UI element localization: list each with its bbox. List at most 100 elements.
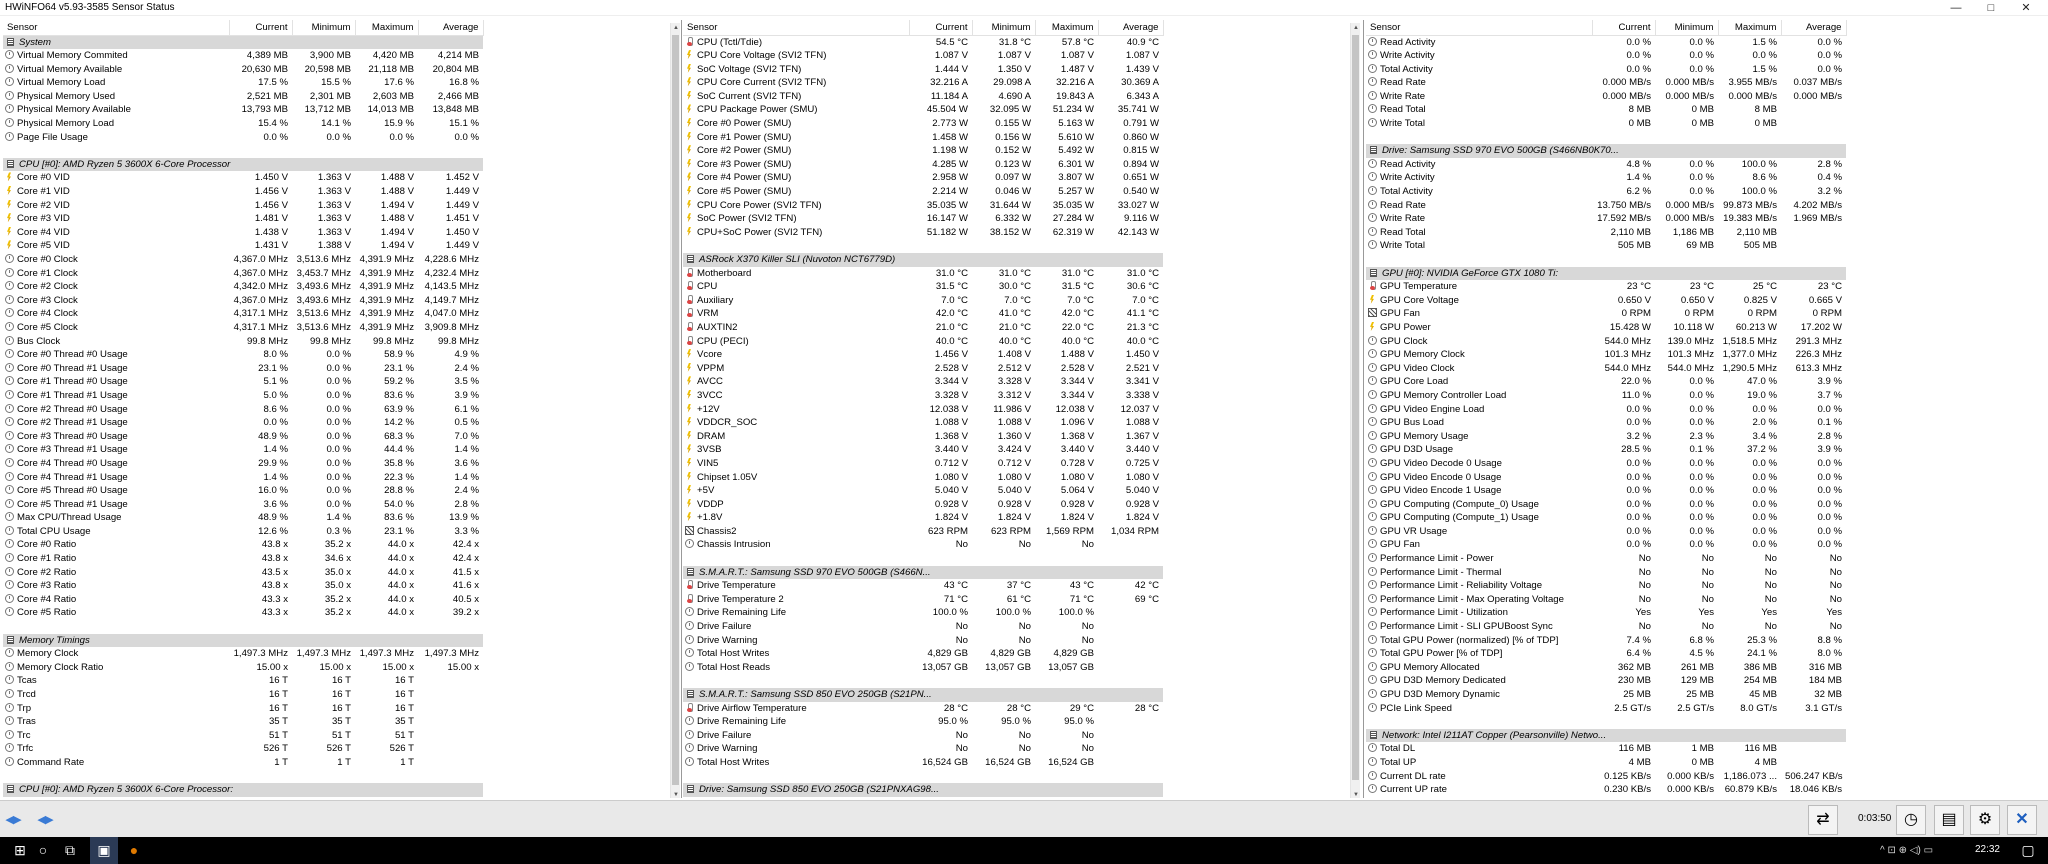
sensor-group-header[interactable]: Network: Intel I211AT Copper (Pearsonvil… [1366, 728, 1846, 743]
sensor-row[interactable]: Trp 16 T 16 T 16 T [3, 702, 483, 716]
sensor-row[interactable]: SoC Power (SVI2 TFN) 16.147 W 6.332 W 27.28… [683, 212, 1163, 226]
sensor-row[interactable]: GPU Temperature 23 °C 23 °C 25 °C 23 °C [1366, 280, 1846, 294]
sensor-row[interactable]: Core #3 VID 1.481 V 1.363 V 1.488 V 1.451 V [3, 212, 483, 226]
sensor-row[interactable]: Core #5 Thread #1 Usage 3.6 % 0.0 % 54.0 % 2… [3, 498, 483, 512]
sensor-row[interactable]: Total GPU Power [% of TDP] 6.4 % 4.5 % 24.1… [1366, 647, 1846, 661]
sensor-row[interactable]: CPU (Tctl/Tdie) 54.5 °C 31.8 °C 57.8 °C 40.9… [683, 35, 1163, 49]
column-header-current[interactable]: Current [1592, 20, 1656, 36]
sensor-row[interactable]: Current DL rate 0.125 KB/s 0.000 KB/s 1,186… [1366, 770, 1846, 784]
sensor-group-header[interactable]: S.M.A.R.T.: Samsung SSD 970 EVO 500GB (S… [683, 565, 1163, 580]
column-header-minimum[interactable]: Minimum [292, 20, 356, 36]
sensor-row[interactable]: CPU (PECI) 40.0 °C 40.0 °C 40.0 °C 40.0 °C [683, 335, 1163, 349]
sensor-row[interactable]: Total Host Writes 16,524 GB 16,524 GB 16,52… [683, 756, 1163, 770]
sensor-row[interactable]: Drive Warning No No No [683, 742, 1163, 756]
sensor-row[interactable]: GPU D3D Memory Dynamic 25 MB 25 MB 45 MB 32 … [1366, 688, 1846, 702]
sensor-row[interactable]: Total DL 116 MB 1 MB 116 MB [1366, 742, 1846, 756]
sensor-row[interactable]: GPU D3D Usage 28.5 % 0.1 % 37.2 % 3.9 % [1366, 443, 1846, 457]
sensor-row[interactable]: GPU Memory Controller Load 11.0 % 0.0 % 19.… [1366, 389, 1846, 403]
sensor-row[interactable]: GPU Video Decode 0 Usage 0.0 % 0.0 % 0.0 % 0… [1366, 457, 1846, 471]
sensor-row[interactable]: Command Rate 1 T 1 T 1 T [3, 756, 483, 770]
column-header-minimum[interactable]: Minimum [1655, 20, 1719, 36]
sensor-row[interactable]: Drive Airflow Temperature 28 °C 28 °C 29 °C… [683, 702, 1163, 716]
system-tray[interactable]: ^ ⊡ ⊕ ◁) ▭ [1880, 837, 1933, 864]
sensor-row[interactable]: CPU Package Power (SMU) 45.504 W 32.095 W 5… [683, 103, 1163, 117]
notifications-icon[interactable]: ▢ [2014, 837, 2042, 864]
sensor-row[interactable]: CPU Core Voltage (SVI2 TFN) 1.087 V 1.087 … [683, 49, 1163, 63]
sensor-row[interactable]: Bus Clock 99.8 MHz 99.8 MHz 99.8 MHz 99.8 MH… [3, 335, 483, 349]
sensor-row[interactable]: PCIe Link Speed 2.5 GT/s 2.5 GT/s 8.0 GT/s 3… [1366, 702, 1846, 716]
sensor-group-header[interactable]: S.M.A.R.T.: Samsung SSD 850 EVO 250GB (S… [683, 688, 1163, 702]
sensor-row[interactable]: Core #5 Thread #0 Usage 16.0 % 0.0 % 28.8 %… [3, 484, 483, 498]
sensor-group-header[interactable]: GPU [#0]: NVIDIA GeForce GTX 1080 Ti: [1366, 266, 1846, 281]
sensor-row[interactable]: CPU+SoC Power (SVI2 TFN) 51.182 W 38.152 W… [683, 226, 1163, 240]
sensor-row[interactable]: Total Activity 6.2 % 0.0 % 100.0 % 3.2 % [1366, 185, 1846, 199]
sensor-row[interactable]: GPU Clock 544.0 MHz 139.0 MHz 1,518.5 MHz 29… [1366, 335, 1846, 349]
app-taskbar-icon[interactable]: ● [120, 837, 148, 864]
sensor-group-header[interactable]: System [3, 35, 483, 50]
sensor-row[interactable]: Core #2 Ratio 43.5 x 35.0 x 44.0 x 41.5 x [3, 566, 483, 580]
sensor-row[interactable]: Core #0 Power (SMU) 2.773 W 0.155 W 5.163 W… [683, 117, 1163, 131]
sensor-row[interactable]: GPU Video Encode 1 Usage 0.0 % 0.0 % 0.0 % 0… [1366, 484, 1846, 498]
sensor-row[interactable]: Core #4 Power (SMU) 2.958 W 0.097 W 3.807 W… [683, 171, 1163, 185]
close-window-button[interactable]: ✕ [2003, 0, 2048, 16]
sensor-row[interactable]: Core #3 Ratio 43.8 x 35.0 x 44.0 x 41.6 x [3, 579, 483, 593]
close-sensors-button[interactable]: ✕ [2007, 805, 2037, 835]
sensor-row[interactable]: GPU Power 15.428 W 10.118 W 60.213 W 17.202 … [1366, 321, 1846, 335]
sensor-row[interactable]: Write Rate 0.000 MB/s 0.000 MB/s 0.000 MB/s… [1366, 90, 1846, 104]
sensor-row[interactable]: 3VSB 3.440 V 3.424 V 3.440 V 3.440 V [683, 443, 1163, 457]
sensor-row[interactable]: Core #2 Clock 4,342.0 MHz 3,493.6 MHz 4,391… [3, 280, 483, 294]
sensor-row[interactable]: Virtual Memory Available 20,630 MB 20,598 … [3, 63, 483, 77]
sensor-row[interactable]: Virtual Memory Commited 4,389 MB 3,900 MB 4… [3, 49, 483, 63]
sensor-group-header[interactable]: Memory Timings [3, 633, 483, 648]
sensor-row[interactable]: Motherboard 31.0 °C 31.0 °C 31.0 °C 31.0 °C [683, 267, 1163, 281]
sensor-row[interactable]: Read Activity 0.0 % 0.0 % 1.5 % 0.0 % [1366, 35, 1846, 49]
sensor-row[interactable]: GPU Memory Allocated 362 MB 261 MB 386 MB 31… [1366, 661, 1846, 675]
sensor-row[interactable]: SoC Voltage (SVI2 TFN) 1.444 V 1.350 V 1.48… [683, 63, 1163, 77]
sensor-row[interactable]: Core #2 Power (SMU) 1.198 W 0.152 W 5.492 W… [683, 144, 1163, 158]
sensor-row[interactable]: Drive Failure No No No [683, 620, 1163, 634]
sensor-row[interactable]: GPU Video Clock 544.0 MHz 544.0 MHz 1,290.5… [1366, 362, 1846, 376]
pane-1-scrollbar[interactable]: ▲ ▼ [670, 23, 680, 798]
sensor-row[interactable]: Core #3 Power (SMU) 4.285 W 0.123 W 6.301 W… [683, 158, 1163, 172]
column-header-sensor[interactable]: Sensor [3, 20, 230, 36]
sensor-row[interactable]: Core #0 VID 1.450 V 1.363 V 1.488 V 1.452 V [3, 171, 483, 185]
column-header-maximum[interactable]: Maximum [1718, 20, 1782, 36]
clock-reset-button[interactable]: ◷ [1896, 805, 1926, 835]
sensor-group-header[interactable]: Drive: Samsung SSD 970 EVO 500GB (S466NB… [1366, 144, 1846, 158]
sensor-row[interactable]: VIN5 0.712 V 0.712 V 0.728 V 0.725 V [683, 457, 1163, 471]
sensor-row[interactable]: Vcore 1.456 V 1.408 V 1.488 V 1.450 V [683, 348, 1163, 362]
task-view-icon[interactable]: ⧉ [56, 837, 84, 864]
sensor-row[interactable]: Core #0 Clock 4,367.0 MHz 3,513.6 MHz 4,391… [3, 253, 483, 267]
sensor-row[interactable]: GPU Memory Usage 3.2 % 2.3 % 3.4 % 2.8 % [1366, 430, 1846, 444]
sensor-row[interactable]: Write Total 505 MB 69 MB 505 MB [1366, 239, 1846, 253]
sensor-row[interactable]: Core #1 VID 1.456 V 1.363 V 1.488 V 1.449 V [3, 185, 483, 199]
sensor-row[interactable]: SoC Current (SVI2 TFN) 11.184 A 4.690 A 19.… [683, 90, 1163, 104]
sensor-pane-1[interactable]: Sensor Current Minimum Maximum Average System… [3, 20, 680, 798]
sensor-row[interactable]: Tcas 16 T 16 T 16 T [3, 674, 483, 688]
column-header-current[interactable]: Current [909, 20, 973, 36]
sensor-row[interactable]: DRAM 1.368 V 1.360 V 1.368 V 1.367 V [683, 430, 1163, 444]
sensor-row[interactable]: +12V 12.038 V 11.986 V 12.038 V 12.037 V [683, 403, 1163, 417]
sensor-row[interactable]: VDDP 0.928 V 0.928 V 0.928 V 0.928 V [683, 498, 1163, 512]
column-header-average[interactable]: Average [418, 20, 484, 36]
sensor-row[interactable]: GPU Computing (Compute_0) Usage 0.0 % 0.0 … [1366, 498, 1846, 512]
sensor-row[interactable]: Total GPU Power (normalized) [% of TDP] 7… [1366, 634, 1846, 648]
sensor-row[interactable]: Core #4 Thread #1 Usage 1.4 % 0.0 % 22.3 % 1… [3, 471, 483, 485]
settings-button[interactable]: ⚙ [1970, 805, 2000, 835]
sensor-row[interactable]: Core #0 Thread #1 Usage 23.1 % 0.0 % 23.1 %… [3, 362, 483, 376]
sensor-row[interactable]: Read Total 2,110 MB 1,186 MB 2,110 MB [1366, 226, 1846, 240]
sensor-row[interactable]: Core #4 VID 1.438 V 1.363 V 1.494 V 1.450 V [3, 226, 483, 240]
sensor-row[interactable]: Current UP rate 0.230 KB/s 0.000 KB/s 60.87… [1366, 783, 1846, 797]
sensor-row[interactable]: Core #5 VID 1.431 V 1.388 V 1.494 V 1.449 V [3, 239, 483, 253]
sensor-row[interactable]: Physical Memory Used 2,521 MB 2,301 MB 2,60… [3, 90, 483, 104]
sensor-pane-3[interactable]: Sensor Current Minimum Maximum Average Read A… [1366, 20, 2048, 798]
sensor-group-header[interactable]: CPU [#0]: AMD Ryzen 5 3600X 6-Core Proce… [3, 783, 483, 797]
sensor-row[interactable]: Max CPU/Thread Usage 48.9 % 1.4 % 83.6 % 13.… [3, 511, 483, 525]
sensor-row[interactable]: GPU Bus Load 0.0 % 0.0 % 2.0 % 0.1 % [1366, 416, 1846, 430]
sensor-row[interactable]: Performance Limit - Reliability Voltage N… [1366, 579, 1846, 593]
sensor-row[interactable]: Read Total 8 MB 0 MB 8 MB [1366, 103, 1846, 117]
sensor-row[interactable]: Trcd 16 T 16 T 16 T [3, 688, 483, 702]
column-header-maximum[interactable]: Maximum [355, 20, 419, 36]
sensor-row[interactable]: Core #4 Clock 4,317.1 MHz 3,513.6 MHz 4,391… [3, 307, 483, 321]
sensor-row[interactable]: Trc 51 T 51 T 51 T [3, 729, 483, 743]
